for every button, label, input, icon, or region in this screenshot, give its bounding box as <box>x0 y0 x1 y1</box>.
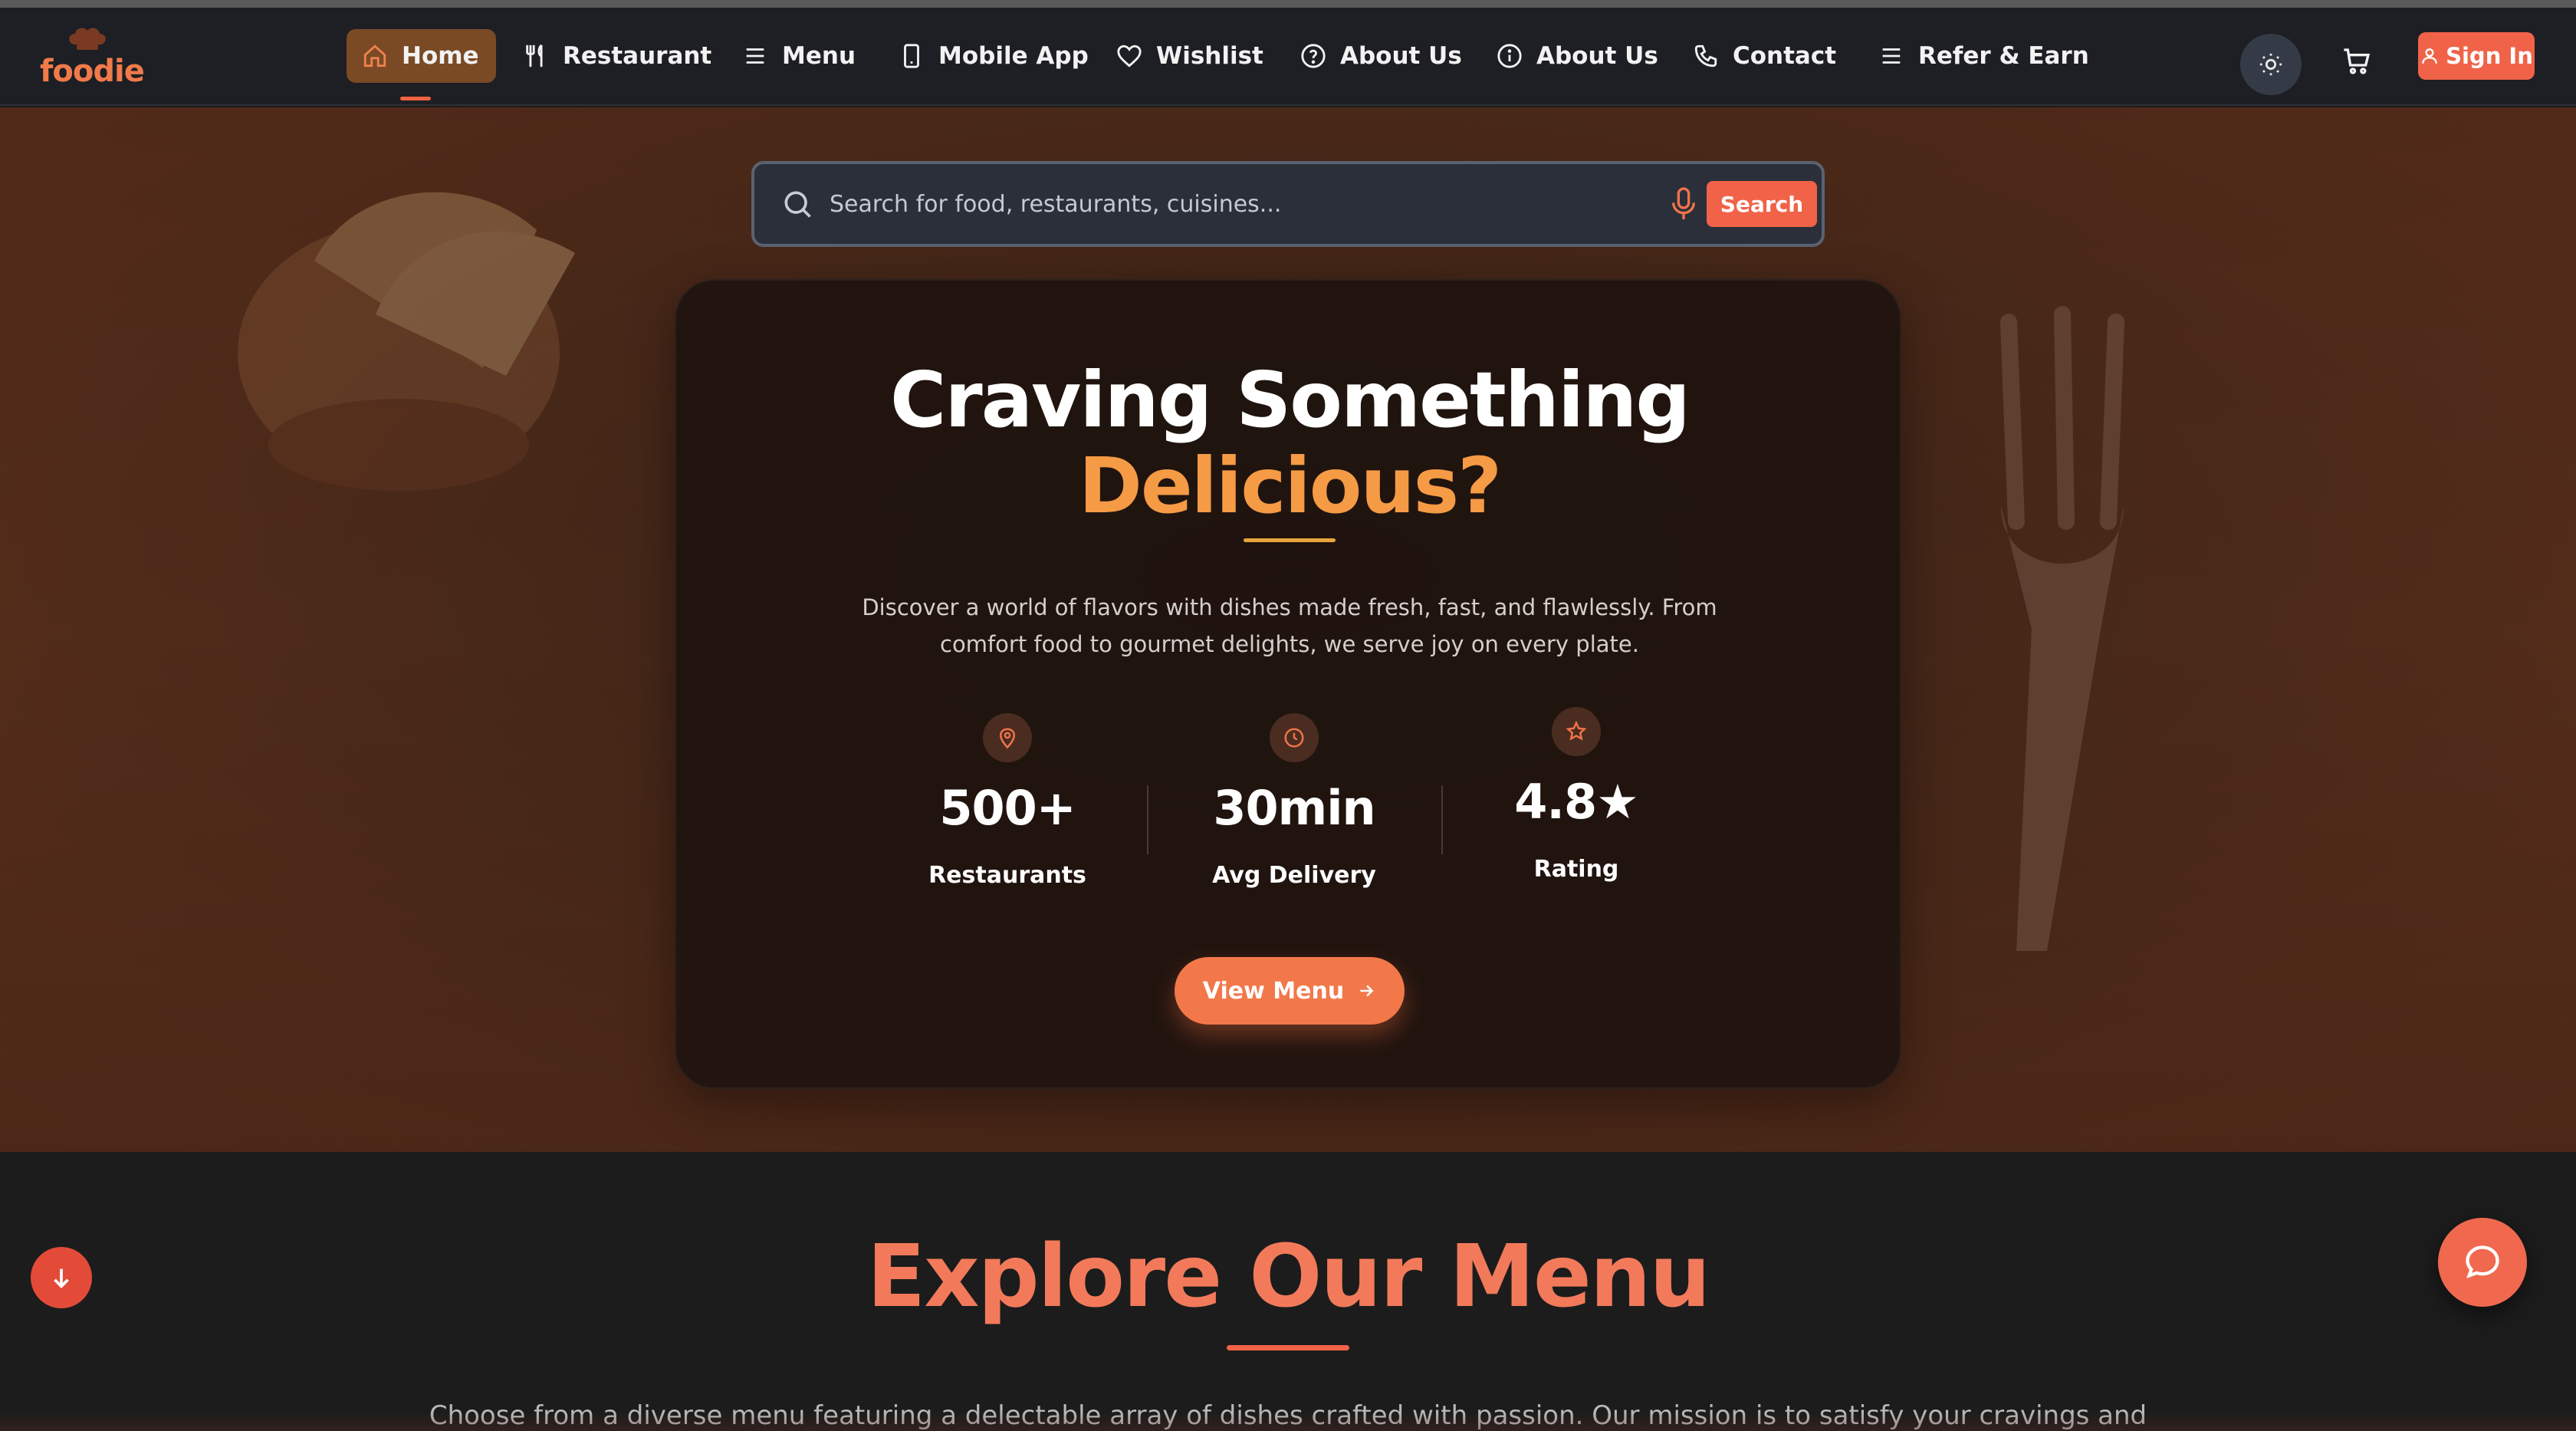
search-icon <box>784 191 811 218</box>
sign-in-label: Sign In <box>2446 43 2533 69</box>
help-circle-icon <box>1301 44 1326 68</box>
chat-bubble-icon <box>2466 1245 2499 1278</box>
microphone-icon[interactable] <box>1668 186 1699 222</box>
arrow-right-icon <box>1360 985 1374 997</box>
nav-restaurant[interactable]: Restaurant <box>523 29 711 83</box>
utensils-icon <box>526 44 543 67</box>
stat-label: Restaurants <box>928 862 1086 889</box>
search-bar: Search <box>751 161 1825 247</box>
search-input[interactable] <box>830 181 1627 227</box>
stat-restaurants: 500+ Restaurants <box>908 713 1107 889</box>
stat-divider <box>1441 785 1443 854</box>
menu-lines-icon <box>746 48 764 64</box>
arrow-down-icon <box>54 1268 69 1288</box>
view-menu-label: View Menu <box>1202 977 1345 1005</box>
sign-in-button[interactable]: Sign In <box>2418 32 2535 80</box>
stat-label: Rating <box>1533 856 1619 883</box>
top-navbar: foodie Home Restaurant Menu Mobile App W… <box>0 8 2576 106</box>
clock-icon <box>1270 713 1319 762</box>
nav-about-us-1-label: About Us <box>1340 42 1462 70</box>
nav-about-us-1[interactable]: About Us <box>1300 29 1462 83</box>
hero-description: Discover a world of flavors with dishes … <box>862 594 1717 657</box>
phone-icon <box>1694 44 1717 67</box>
nav-wishlist-label: Wishlist <box>1156 42 1263 70</box>
fork-image <box>2000 306 2124 951</box>
stat-label: Avg Delivery <box>1212 862 1376 889</box>
chat-button[interactable] <box>2438 1218 2527 1307</box>
user-icon <box>2422 48 2437 64</box>
explore-title: Explore Our Menu <box>866 1227 1711 1327</box>
nav-menu-label: Menu <box>782 42 856 70</box>
scroll-down-button[interactable] <box>31 1247 92 1308</box>
nav-refer-earn-label: Refer & Earn <box>1918 42 2089 70</box>
home-icon <box>363 44 386 67</box>
brand-name: foodie <box>40 54 145 89</box>
stat-rating: 4.8★ Rating <box>1477 707 1676 883</box>
nav-refer-earn[interactable]: Refer & Earn <box>1878 29 2089 83</box>
stat-value: 4.8★ <box>1514 774 1638 830</box>
theme-toggle-button[interactable] <box>2240 34 2302 95</box>
star-icon <box>1552 707 1601 756</box>
lemon-drink-image <box>238 192 575 491</box>
nav-wishlist[interactable]: Wishlist <box>1116 29 1263 83</box>
stat-value: 500+ <box>939 780 1076 836</box>
stat-divider <box>1147 785 1148 854</box>
map-pin-icon <box>983 713 1032 762</box>
nav-menu[interactable]: Menu <box>742 29 856 83</box>
top-border <box>0 0 2576 8</box>
title-underline <box>1244 538 1336 542</box>
nav-restaurant-label: Restaurant <box>563 42 712 70</box>
bottom-glow <box>0 1411 2576 1431</box>
foodie-logo[interactable]: foodie <box>40 25 145 89</box>
active-nav-indicator <box>400 97 431 100</box>
smartphone-icon <box>904 44 919 68</box>
cart-icon <box>2344 48 2371 74</box>
menu-lines-icon <box>1882 48 1901 64</box>
stat-delivery: 30min Avg Delivery <box>1194 713 1394 889</box>
explore-underline <box>1227 1345 1349 1350</box>
nav-about-us-2-label: About Us <box>1536 42 1658 70</box>
heart-icon <box>1117 44 1142 67</box>
hero-title-accent: Delicious? <box>1078 441 1502 531</box>
hero-card: Craving Something Delicious? Discover a … <box>675 279 1901 1089</box>
hero-section: Search Craving Something Delicious? Disc… <box>0 107 2576 1152</box>
nav-mobile-app[interactable]: Mobile App <box>899 29 1089 83</box>
nav-about-us-2[interactable]: About Us <box>1497 29 1658 83</box>
nav-home[interactable]: Home <box>347 29 496 83</box>
chef-hat-icon <box>69 28 106 50</box>
cart-button[interactable] <box>2341 46 2377 81</box>
nav-mobile-app-label: Mobile App <box>938 42 1089 70</box>
sun-icon <box>2259 53 2282 76</box>
nav-home-label: Home <box>402 42 479 70</box>
view-menu-button[interactable]: View Menu <box>1175 957 1405 1025</box>
stat-value: 30min <box>1213 780 1375 836</box>
nav-contact-label: Contact <box>1733 42 1837 70</box>
hero-title: Craving Something <box>889 355 1691 445</box>
nav-contact[interactable]: Contact <box>1693 29 1836 83</box>
search-button[interactable]: Search <box>1707 181 1817 227</box>
info-circle-icon <box>1497 44 1522 68</box>
